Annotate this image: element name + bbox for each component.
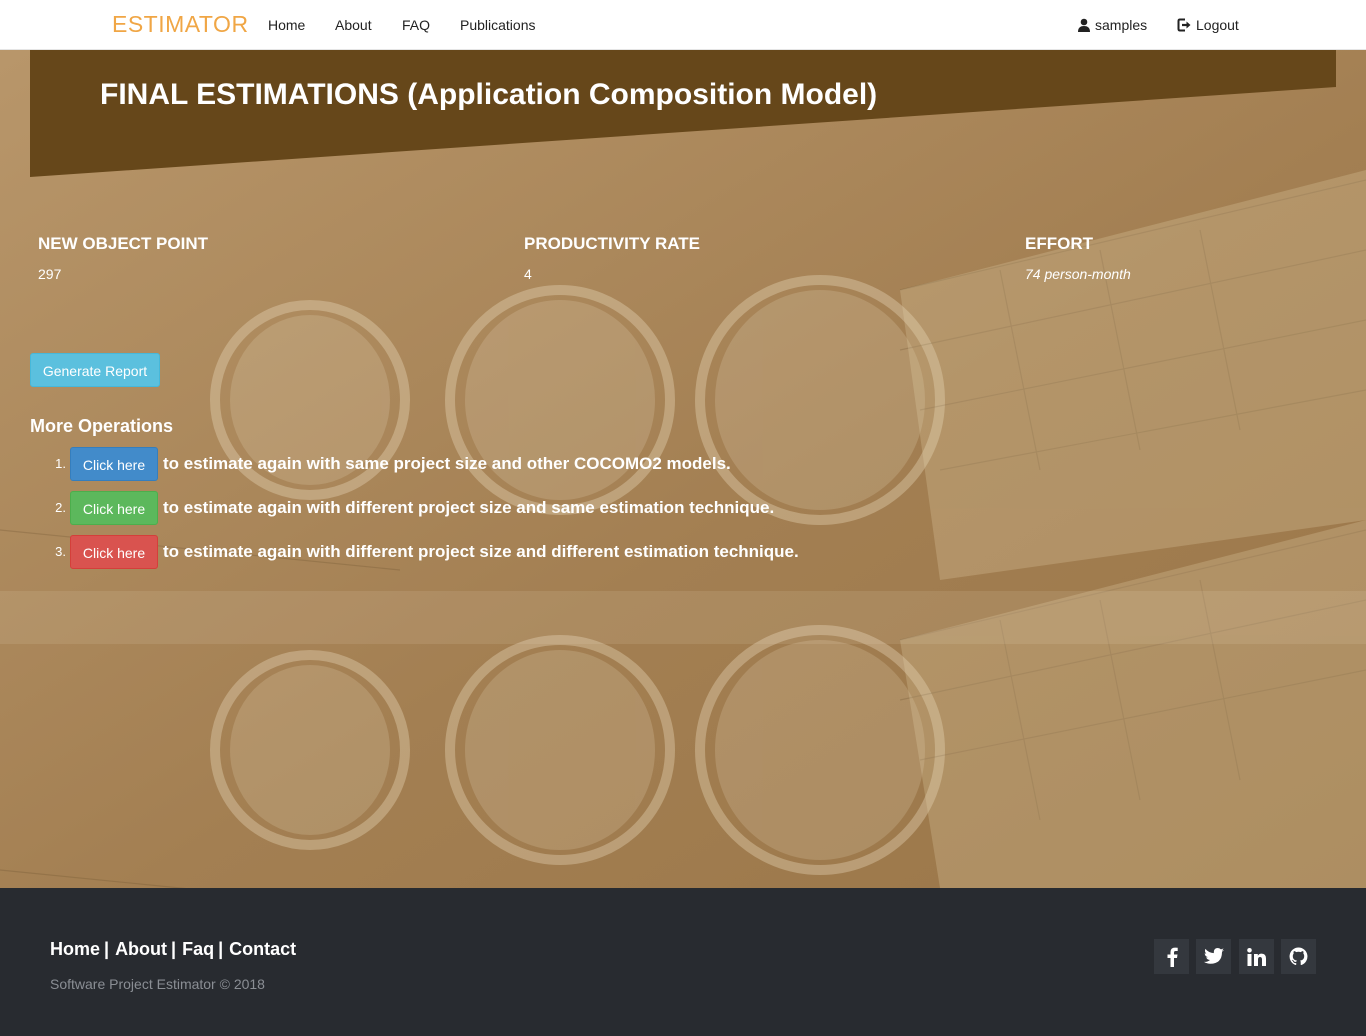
more-operations-title: More Operations bbox=[30, 416, 174, 436]
github-icon[interactable] bbox=[1281, 939, 1316, 974]
metric-value: 4 bbox=[524, 266, 532, 282]
metric-value: 297 bbox=[38, 266, 62, 282]
user-icon bbox=[1077, 18, 1091, 32]
title-banner bbox=[30, 50, 1336, 177]
user-label: samples bbox=[1095, 17, 1148, 33]
separator: | bbox=[171, 939, 177, 959]
logout-icon bbox=[1177, 18, 1192, 32]
generate-report-button[interactable]: Generate Report bbox=[30, 353, 160, 387]
metric-label: EFFORT bbox=[1025, 234, 1093, 253]
facebook-icon[interactable] bbox=[1154, 939, 1189, 974]
estimate-other-models-button[interactable]: Click here bbox=[70, 447, 158, 481]
nav-faq[interactable]: FAQ bbox=[402, 16, 430, 34]
copyright: Software Project Estimator © 2018 bbox=[50, 976, 265, 992]
hero-section: FINAL ESTIMATIONS (Application Compositi… bbox=[0, 50, 1366, 888]
metric-effort: EFFORT 74 person-month bbox=[1025, 233, 1131, 283]
footer-links: Home | About | Faq | Contact bbox=[50, 938, 296, 960]
page-title: FINAL ESTIMATIONS (Application Compositi… bbox=[100, 78, 878, 111]
operation-text: to estimate again with same project size… bbox=[163, 454, 731, 473]
nav-home[interactable]: Home bbox=[268, 16, 305, 34]
operation-item: 2. Click here to estimate again with dif… bbox=[0, 491, 1000, 525]
metric-label: PRODUCTIVITY RATE bbox=[524, 234, 700, 253]
navbar: ESTIMATOR Home About FAQ Publications sa… bbox=[0, 0, 1366, 50]
background-band bbox=[0, 591, 1366, 644]
nav-user[interactable]: samples bbox=[1077, 16, 1147, 34]
metric-new-object-point: NEW OBJECT POINT 297 bbox=[38, 233, 208, 283]
metric-label: NEW OBJECT POINT bbox=[38, 234, 209, 253]
operation-item: 3. Click here to estimate again with dif… bbox=[0, 535, 1000, 569]
brand-logo[interactable]: ESTIMATOR bbox=[112, 10, 249, 38]
footer: Home | About | Faq | Contact Software Project … bbox=[0, 888, 1366, 1036]
metric-value: 74 person-month bbox=[1025, 266, 1131, 282]
operation-text: to estimate again with different project… bbox=[163, 542, 799, 561]
footer-link-home[interactable]: Home bbox=[50, 939, 100, 959]
twitter-icon[interactable] bbox=[1196, 939, 1231, 974]
nav-publications[interactable]: Publications bbox=[460, 16, 536, 34]
operation-number: 2. bbox=[55, 500, 66, 515]
footer-link-contact[interactable]: Contact bbox=[229, 939, 296, 959]
operation-item: 1. Click here to estimate again with sam… bbox=[0, 447, 1000, 481]
separator: | bbox=[104, 939, 110, 959]
separator: | bbox=[218, 939, 224, 959]
metric-productivity-rate: PRODUCTIVITY RATE 4 bbox=[524, 233, 700, 283]
operation-number: 3. bbox=[55, 544, 66, 559]
footer-link-about[interactable]: About bbox=[115, 939, 167, 959]
logout-link[interactable]: Logout bbox=[1177, 16, 1239, 34]
logout-label: Logout bbox=[1196, 17, 1239, 33]
operation-text: to estimate again with different project… bbox=[163, 498, 775, 517]
estimate-same-technique-button[interactable]: Click here bbox=[70, 491, 158, 525]
linkedin-icon[interactable] bbox=[1239, 939, 1274, 974]
nav-about[interactable]: About bbox=[335, 16, 372, 34]
operation-number: 1. bbox=[55, 456, 66, 471]
estimate-different-technique-button[interactable]: Click here bbox=[70, 535, 158, 569]
footer-link-faq[interactable]: Faq bbox=[182, 939, 214, 959]
